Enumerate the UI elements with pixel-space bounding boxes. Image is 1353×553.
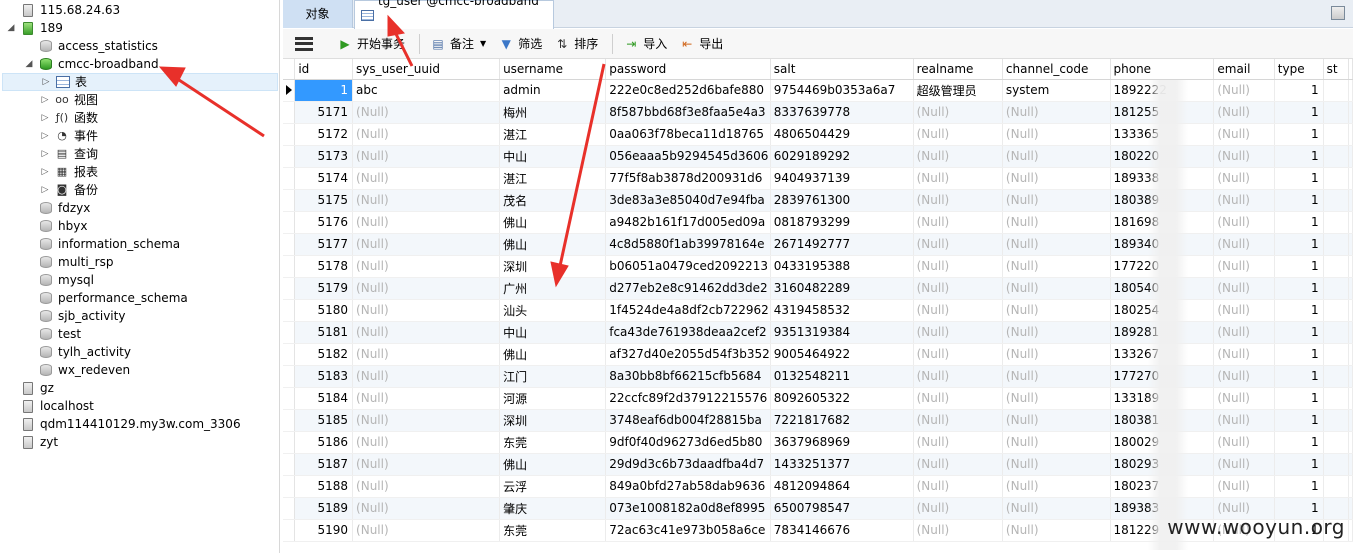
arrow-head-tab — [387, 14, 405, 37]
app-window: 115.68.24.63 ◢ 189 access_statistics ◢ cmcc-b… — [0, 0, 1353, 553]
annotation-arrows — [158, 14, 606, 288]
arrow-to-tab — [392, 29, 414, 67]
arrow-to-database — [175, 76, 265, 138]
arrow-to-rows — [558, 63, 606, 267]
arrow-head-rows — [550, 261, 569, 288]
